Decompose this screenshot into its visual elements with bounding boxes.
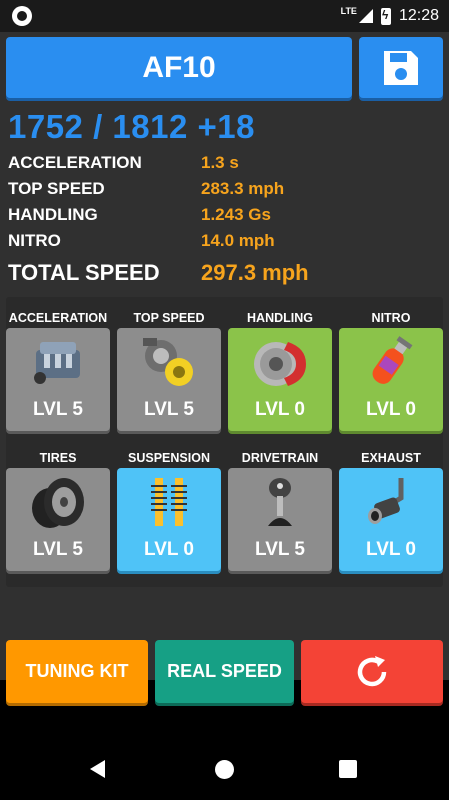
upgrade-label: SUSPENSION xyxy=(128,451,210,465)
upgrade-button[interactable]: LVL 0 xyxy=(228,328,332,431)
upgrade-button[interactable]: LVL 0 xyxy=(339,328,443,431)
total-speed-label: TOTAL SPEED xyxy=(8,260,160,285)
upgrade-label: TIRES xyxy=(39,451,77,465)
recent-apps-icon[interactable] xyxy=(339,760,357,778)
stat-label: HANDLING xyxy=(8,205,98,224)
tires-icon xyxy=(32,478,84,528)
navigation-bar xyxy=(0,736,449,800)
stat-value: 14.0 mph xyxy=(201,231,275,250)
tuning-kit-button[interactable]: TUNING KIT xyxy=(6,640,148,703)
total-speed-value: 297.3 mph xyxy=(201,260,309,285)
upgrade-level: LVL 0 xyxy=(366,399,416,420)
nitro-bottle-icon xyxy=(372,336,413,384)
engine-icon xyxy=(34,342,80,384)
upgrade-label: TOP SPEED xyxy=(133,311,205,325)
suspension-icon xyxy=(151,478,187,526)
floppy-disk-icon xyxy=(384,50,418,85)
clock: 12:28 xyxy=(398,7,439,24)
total-speed-row: TOTAL SPEED 297.3 mph xyxy=(8,254,438,288)
upgrade-button[interactable]: LVL 5 xyxy=(6,328,110,431)
real-speed-button[interactable]: REAL SPEED xyxy=(155,640,294,703)
upgrade-label: ACCELERATION xyxy=(8,311,108,325)
upgrade-button[interactable]: LVL 5 xyxy=(117,328,221,431)
network-type: LTE xyxy=(340,6,357,16)
exhaust-icon xyxy=(368,478,404,524)
performance-score: 1752 / 1812 +18 xyxy=(8,108,255,145)
stat-row: NITRO 14.0 mph xyxy=(8,228,438,254)
back-icon[interactable] xyxy=(90,760,105,778)
stat-value: 283.3 mph xyxy=(201,179,285,198)
car-name-button[interactable]: AF10 xyxy=(6,37,352,98)
stat-label: NITRO xyxy=(8,231,61,250)
stat-row: ACCELERATION 1.3 s xyxy=(8,150,438,176)
stat-label: TOP SPEED xyxy=(8,179,105,198)
stat-value: 1.3 s xyxy=(201,153,239,172)
turbo-icon xyxy=(143,338,193,386)
stats-panel: ACCELERATION 1.3 s TOP SPEED 283.3 mph H… xyxy=(8,150,438,288)
upgrade-level: LVL 0 xyxy=(366,539,416,560)
home-icon[interactable] xyxy=(215,760,234,779)
brake-disc-icon xyxy=(254,342,306,386)
upgrade-button[interactable]: LVL 5 xyxy=(228,468,332,571)
battery-charging-icon xyxy=(380,7,391,25)
upgrade-button[interactable]: LVL 0 xyxy=(117,468,221,571)
upgrade-label: NITRO xyxy=(371,311,411,325)
gear-shifter-icon xyxy=(268,478,292,526)
upgrade-level: LVL 5 xyxy=(255,539,305,560)
stat-value: 1.243 Gs xyxy=(201,205,271,224)
app-screen: AF10 1752 / 1812 +18 ACCELERATION 1.3 s … xyxy=(0,32,449,703)
upgrade-label: HANDLING xyxy=(247,311,313,325)
upgrade-label: EXHAUST xyxy=(361,451,421,465)
upgrade-button[interactable]: LVL 5 xyxy=(6,468,110,571)
stat-label: ACCELERATION xyxy=(8,153,142,172)
upgrade-level: LVL 0 xyxy=(255,399,305,420)
refresh-icon xyxy=(357,655,387,686)
status-bar: LTE 12:28 xyxy=(0,0,449,32)
upgrade-label: DRIVETRAIN xyxy=(241,451,319,465)
stat-row: HANDLING 1.243 Gs xyxy=(8,202,438,228)
upgrade-level: LVL 0 xyxy=(144,539,194,560)
signal-icon xyxy=(358,9,373,23)
save-button[interactable] xyxy=(359,37,443,98)
stat-row: TOP SPEED 283.3 mph xyxy=(8,176,438,202)
upgrade-button[interactable]: LVL 0 xyxy=(339,468,443,571)
notification-icon xyxy=(12,6,32,26)
upgrade-level: LVL 5 xyxy=(33,399,83,420)
reset-button[interactable] xyxy=(301,640,443,703)
upgrade-level: LVL 5 xyxy=(33,539,83,560)
upgrade-level: LVL 5 xyxy=(144,399,194,420)
